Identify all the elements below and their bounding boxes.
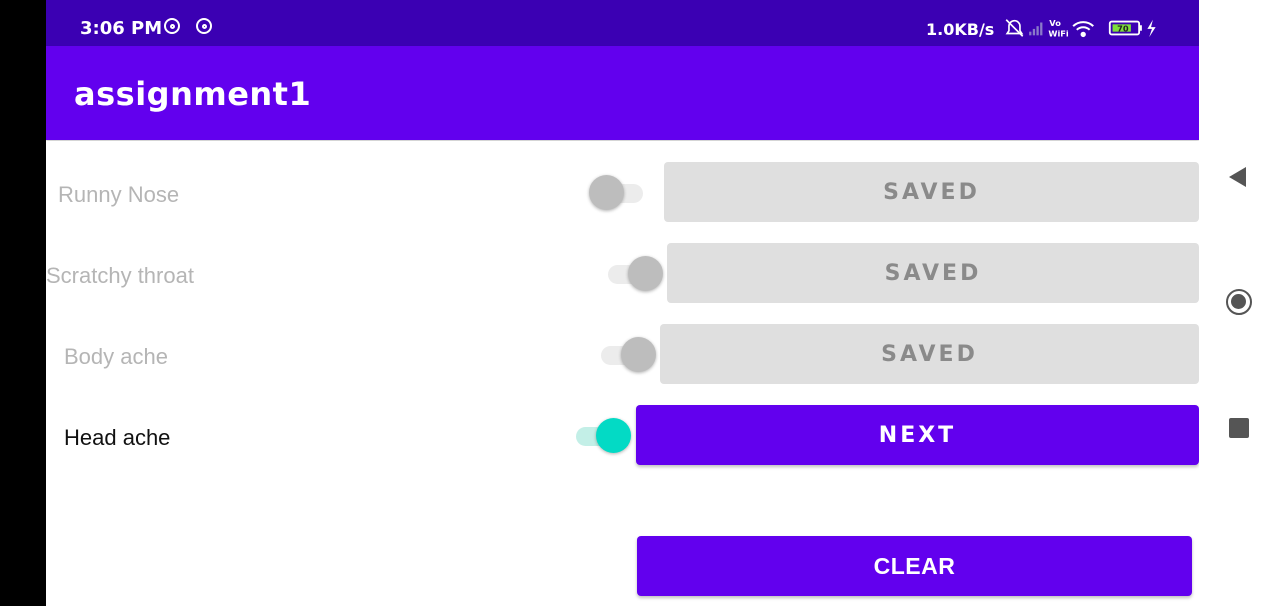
recents-square-icon[interactable] [1229,418,1249,438]
network-speed: 1.0KB/s [926,20,995,39]
app-bar: assignment1 [46,46,1199,140]
svg-text:WiFi: WiFi [1048,28,1069,38]
signal-icon [1029,22,1043,36]
switch-thumb [628,256,663,291]
mute-bell-icon [1005,19,1024,37]
svg-text:70: 70 [1117,24,1129,34]
app-title: assignment1 [74,75,312,113]
saved-button-body-ache[interactable]: SAVED [660,324,1199,384]
saved-button-scratchy-throat[interactable]: SAVED [667,243,1199,303]
switch-thumb [621,337,656,372]
status-bar: 3:06 PM 1.0KB/s Vo WiFi 70 [46,0,1199,46]
svg-text:Vo: Vo [1049,18,1061,28]
clear-button[interactable]: CLEAR [637,536,1192,596]
symptom-switch-head-ache[interactable] [572,416,632,456]
at-sign-icon [164,18,180,34]
symptom-label-runny-nose: Runny Nose [58,182,180,207]
back-triangle-icon[interactable] [1229,167,1246,187]
next-button[interactable]: NEXT [636,405,1199,465]
vowifi-icon: Vo WiFi [1048,18,1069,38]
switch-thumb [596,418,631,453]
status-time: 3:06 PM [80,18,163,39]
symptom-list: Runny Nose SAVED Scratchy throat SAVED B… [46,141,1199,606]
symptom-label-body-ache: Body ache [64,344,168,369]
symptom-label-head-ache: Head ache [64,425,171,450]
symptom-switch-scratchy-throat[interactable] [604,254,664,294]
wifi-icon [1072,21,1094,38]
saved-button-runny-nose[interactable]: SAVED [664,162,1199,222]
symptom-switch-body-ache[interactable] [597,335,657,375]
switch-thumb [589,175,624,210]
navigation-bar [1199,0,1280,606]
at-sign-icon [196,18,212,34]
charging-bolt-icon [1147,19,1156,38]
left-black-edge [0,0,46,606]
status-icons: Vo WiFi 70 [1005,18,1156,38]
symptom-switch-runny-nose[interactable] [589,173,649,213]
home-circle-icon[interactable] [1226,289,1252,315]
symptom-label-scratchy-throat: Scratchy throat [46,263,194,288]
battery-icon: 70 [1108,20,1142,36]
